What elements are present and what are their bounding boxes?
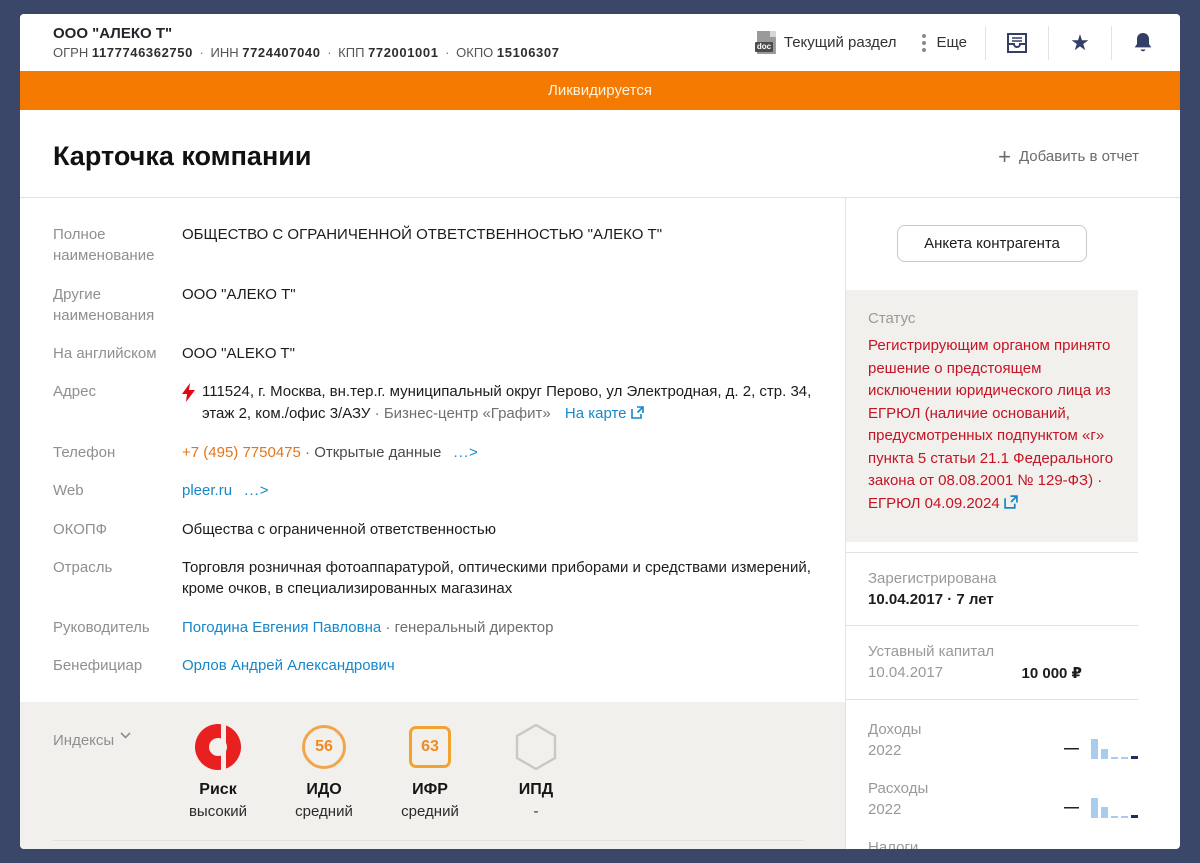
kpp-value: 772001001 [368,45,438,60]
capital-section: Уставный капитал 10.04.2017 10 000 ₽ [846,625,1138,699]
beneficiary-link[interactable]: Орлов Андрей Александрович [182,657,395,674]
company-card-page: ООО "АЛЕКО Т" ОГРН 1177746362750 · ИНН 7… [20,14,1180,849]
ifr-score-icon: 63 [409,726,451,768]
index-risk[interactable]: Риск высокий [182,722,254,820]
status-egrul-link[interactable]: ЕГРЮЛ 04.09.2024 [868,495,1000,512]
index-ido[interactable]: 56 ИДО средний [288,722,360,820]
company-header: ООО "АЛЕКО Т" ОГРН 1177746362750 · ИНН 7… [53,25,560,60]
liquidation-banner: Ликвидируется [20,71,1180,110]
taxes-row[interactable]: Налоги 2022 486 467 ₽ [868,828,1138,849]
okpo-label: ОКПО [456,45,493,60]
current-section-button[interactable]: doc Текущий раздел [757,31,897,54]
company-fields: Полное наименование ОБЩЕСТВО С ОГРАНИЧЕН… [20,198,845,702]
kebab-icon [922,34,926,52]
income-value: — [1064,740,1079,759]
favorites-button[interactable]: ★ [1067,32,1093,54]
business-center: Бизнес-центр «Графит» [384,405,551,422]
more-menu-button[interactable]: Еще [896,34,967,52]
status-panel: Статус Регистрирующим органом принято ре… [846,290,1138,542]
divider [1111,26,1112,60]
open-data-label: Открытые данные [314,444,441,461]
lightning-icon [182,381,195,425]
registered-section: Зарегистрирована 10.04.2017 · 7 лет [846,552,1138,625]
ceo-link[interactable]: Погодина Евгения Павловна [182,619,381,636]
inn-value: 7724407040 [242,45,320,60]
index-ipd[interactable]: ИПД - [500,722,572,820]
ido-score-icon: 56 [302,725,346,769]
field-ceo: Руководитель Погодина Евгения Павловна ·… [53,617,815,638]
income-mini-chart [1091,719,1138,759]
hexagon-icon [513,723,559,771]
indexes-section: Индексы Риск высокий 56 ИДО [20,702,845,849]
divider [985,26,986,60]
external-link-icon [631,404,644,425]
financials-section: Доходы 2022 — Расходы 2022 — Н [846,699,1138,849]
website-link[interactable]: pleer.ru [182,482,232,499]
registry-line: ОГРН 1177746362750 · ИНН 7724407040 · КП… [53,45,560,60]
capital-value: 10 000 ₽ [1022,664,1138,682]
ogrn-value: 1177746362750 [92,45,193,60]
add-to-report-button[interactable]: + Добавить в отчет [998,146,1139,168]
taxes-mini-chart [1091,837,1138,849]
questionnaire-button[interactable]: Анкета контрагента [897,225,1087,262]
expenses-mini-chart [1091,778,1138,818]
liquidation-banner-text: Ликвидируется [548,82,652,99]
field-beneficiary: Бенефициар Орлов Андрей Александрович [53,655,815,676]
expenses-value: — [1064,799,1079,818]
field-industry: Отрасль Торговля розничная фотоаппаратур… [53,557,815,600]
field-phone: Телефон +7 (495) 7750475 · Открытые данн… [53,442,815,463]
page-title: Карточка компании [53,141,311,172]
divider [53,840,803,841]
web-more-link[interactable]: ...> [244,482,269,499]
doc-icon: doc [757,31,776,54]
sidebar: Анкета контрагента Статус Регистрирующим… [846,198,1180,849]
chevron-down-icon [120,732,131,739]
capital-date: 10.04.2017 [868,664,943,682]
company-name: ООО "АЛЕКО Т" [53,25,560,42]
title-row: Карточка компании + Добавить в отчет [20,110,1180,198]
status-text: Регистрирующим органом принято решение о… [868,337,1113,489]
main-column: Полное наименование ОБЩЕСТВО С ОГРАНИЧЕН… [20,198,845,849]
okpo-value: 15106307 [497,45,560,60]
external-link-icon [1004,494,1018,517]
phone-more-link[interactable]: ...> [454,444,479,461]
plus-icon: + [998,146,1011,168]
field-web: Web pleer.ru ...> [53,480,815,501]
star-icon: ★ [1070,32,1090,54]
ceo-role: генеральный директор [395,619,554,636]
indexes-toggle[interactable]: Индексы [53,722,182,820]
inbox-icon [1005,33,1029,53]
field-full-name: Полное наименование ОБЩЕСТВО С ОГРАНИЧЕН… [53,224,815,267]
field-other-names: Другие наименования ООО "АЛЕКО Т" [53,284,815,327]
field-okopf: ОКОПФ Общества с ограниченной ответствен… [53,519,815,540]
expenses-row[interactable]: Расходы 2022 — [868,769,1138,828]
risk-gauge-icon [195,724,241,770]
inbox-button[interactable] [1004,33,1030,53]
map-link[interactable]: На карте [565,405,644,422]
phone-number[interactable]: +7 (495) 7750475 [182,444,301,461]
income-row[interactable]: Доходы 2022 — [868,710,1138,769]
field-address: Адрес 111524, г. Москва, вн.тер.г. муниц… [53,381,815,425]
bell-icon [1133,32,1153,54]
status-label: Статус [868,310,1120,327]
index-ifr[interactable]: 63 ИФР средний [394,722,466,820]
ogrn-label: ОГРН [53,45,88,60]
notifications-button[interactable] [1130,32,1156,54]
top-actions: doc Текущий раздел Еще ★ [757,26,1156,60]
kpp-label: КПП [338,45,364,60]
top-bar: ООО "АЛЕКО Т" ОГРН 1177746362750 · ИНН 7… [20,14,1180,71]
inn-label: ИНН [211,45,239,60]
registered-value: 10.04.2017 · 7 лет [868,591,1138,608]
field-english-name: На английском ООО "ALEKO T" [53,343,815,364]
divider [1048,26,1049,60]
